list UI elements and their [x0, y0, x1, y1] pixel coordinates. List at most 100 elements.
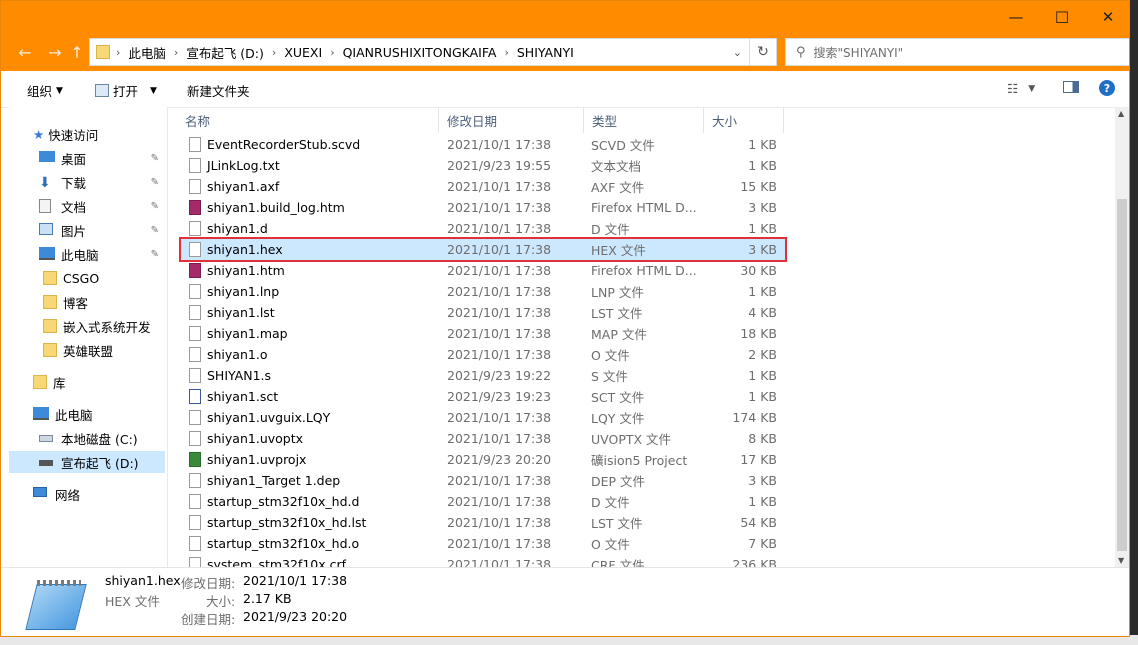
sidebar-item-this-pc-pinned[interactable]: 此电脑 ✎: [9, 243, 165, 265]
file-name: shiyan1.uvguix.LQY: [207, 410, 331, 425]
breadcrumb-xuexi[interactable]: XUEXI: [278, 45, 328, 60]
file-date: 2021/10/1 17:38: [447, 494, 552, 509]
file-type: UVOPTX 文件: [591, 432, 672, 447]
folder-icon: [96, 45, 110, 59]
table-row[interactable]: shiyan1.d 2021/10/1 17:38 D 文件 1 KB: [181, 218, 785, 239]
scroll-down-icon[interactable]: ▼: [1118, 556, 1124, 565]
sidebar-item-pictures[interactable]: 图片 ✎: [9, 219, 165, 241]
vertical-scrollbar[interactable]: ▲ ▼: [1115, 107, 1129, 567]
refresh-button[interactable]: ↻: [749, 39, 776, 65]
chevron-down-icon[interactable]: ⌄: [731, 46, 744, 59]
view-options-button[interactable]: ☷ ▼: [1007, 81, 1035, 96]
sidebar-item-quick-access[interactable]: ★ 快速访问: [33, 123, 165, 145]
sidebar-item-desktop[interactable]: 桌面 ✎: [9, 147, 165, 169]
table-row[interactable]: startup_stm32f10x_hd.d 2021/10/1 17:38 D 文…: [181, 491, 785, 512]
column-header-size[interactable]: 大小: [704, 107, 784, 133]
details-size-value: 2.17 KB: [243, 591, 292, 606]
pin-icon[interactable]: ✎: [151, 201, 159, 212]
table-row[interactable]: shiyan1.uvguix.LQY 2021/10/1 17:38 LQY 文件 1…: [181, 407, 785, 428]
table-row[interactable]: JLinkLog.txt 2021/9/23 19:55 文本文档 1 KB: [181, 155, 785, 176]
details-created-label: 创建日期:: [181, 612, 236, 627]
table-row[interactable]: shiyan1.htm 2021/10/1 17:38 Firefox HTML D…: [181, 260, 785, 281]
file-date: 2021/9/23 20:20: [447, 452, 552, 467]
sidebar-item-embedded-dev[interactable]: 嵌入式系统开发: [9, 315, 165, 337]
table-row[interactable]: shiyan1.axf 2021/10/1 17:38 AXF 文件 15 KB: [181, 176, 785, 197]
file-type: AXF 文件: [591, 180, 645, 195]
sidebar-item-blog[interactable]: 博客: [9, 291, 165, 313]
file-date: 2021/10/1 17:38: [447, 557, 552, 567]
sidebar-item-csgo[interactable]: CSGO: [9, 267, 165, 289]
table-row[interactable]: SHIYAN1.s 2021/9/23 19:22 S 文件 1 KB: [181, 365, 785, 386]
forward-arrow-icon[interactable]: →: [43, 41, 67, 63]
table-row[interactable]: shiyan1.sct 2021/9/23 19:23 SCT 文件 1 KB: [181, 386, 785, 407]
sidebar-item-drive-d[interactable]: 宣布起飞 (D:): [9, 451, 165, 473]
pin-icon[interactable]: ✎: [151, 153, 159, 164]
breadcrumb-shiyanyi[interactable]: SHIYANYI: [511, 45, 580, 60]
pin-icon[interactable]: ✎: [151, 177, 159, 188]
scrollbar-thumb[interactable]: [1117, 199, 1127, 551]
maximize-button[interactable]: ☐: [1039, 1, 1085, 33]
sidebar-item-downloads[interactable]: ⬇ 下载 ✎: [9, 171, 165, 193]
table-row[interactable]: shiyan1.map 2021/10/1 17:38 MAP 文件 18 KB: [181, 323, 785, 344]
breadcrumb-qianrushixitongkaifa[interactable]: QIANRUSHIXITONGKAIFA: [337, 45, 503, 60]
table-row[interactable]: shiyan1.o 2021/10/1 17:38 O 文件 2 KB: [181, 344, 785, 365]
file-type: 礦ision5 Project: [591, 453, 688, 468]
table-row[interactable]: system_stm32f10x.crf 2021/10/1 17:38 CRF 文…: [181, 554, 785, 567]
column-header-date[interactable]: 修改日期: [439, 107, 584, 133]
back-arrow-icon[interactable]: ←: [13, 41, 37, 63]
close-button[interactable]: ✕: [1085, 1, 1129, 33]
file-date: 2021/10/1 17:38: [447, 473, 552, 488]
pin-icon[interactable]: ✎: [151, 249, 159, 260]
new-folder-button[interactable]: 新建文件夹: [187, 81, 250, 100]
table-row[interactable]: shiyan1.build_log.htm 2021/10/1 17:38 Fire…: [181, 197, 785, 218]
help-button[interactable]: ?: [1099, 80, 1115, 96]
table-row[interactable]: shiyan1.uvprojx 2021/9/23 20:20 礦ision5 Pr…: [181, 449, 785, 470]
file-icon: [189, 305, 201, 320]
table-row[interactable]: shiyan1.lnp 2021/10/1 17:38 LNP 文件 1 KB: [181, 281, 785, 302]
details-pane: shiyan1.hex HEX 文件 修改日期: 2021/10/1 17:38…: [1, 567, 1129, 636]
minimize-button[interactable]: —: [993, 1, 1039, 33]
file-name: startup_stm32f10x_hd.lst: [207, 515, 367, 530]
sidebar-item-network[interactable]: 网络: [9, 483, 165, 505]
table-row-selected[interactable]: shiyan1.hex 2021/10/1 17:38 HEX 文件 3 KB: [179, 237, 787, 262]
up-arrow-icon[interactable]: ↑: [65, 41, 89, 63]
organize-button[interactable]: 组织 ▼: [27, 81, 63, 100]
search-box[interactable]: ⚲ 搜索"SHIYANYI": [785, 38, 1129, 66]
sidebar-item-label: 快速访问: [48, 127, 99, 143]
breadcrumb-drive-d[interactable]: 宣布起飞 (D:): [180, 43, 270, 62]
preview-pane-button[interactable]: [1063, 81, 1079, 93]
sidebar-item-drive-c[interactable]: 本地磁盘 (C:): [9, 427, 165, 449]
open-button[interactable]: 打开 ▼: [95, 81, 157, 100]
table-row[interactable]: EventRecorderStub.scvd 2021/10/1 17:38 SCV…: [181, 134, 785, 155]
table-row[interactable]: shiyan1.lst 2021/10/1 17:38 LST 文件 4 KB: [181, 302, 785, 323]
file-icon: [189, 137, 201, 152]
column-header-type[interactable]: 类型: [584, 107, 704, 133]
file-icon: [189, 200, 201, 215]
column-header-name[interactable]: 名称: [177, 107, 439, 133]
pin-icon[interactable]: ✎: [151, 225, 159, 236]
pane-divider[interactable]: [167, 107, 168, 567]
address-bar[interactable]: › 此电脑 › 宣布起飞 (D:) › XUEXI › QIANRUSHIXIT…: [89, 38, 777, 66]
table-row[interactable]: shiyan1_Target 1.dep 2021/10/1 17:38 DEP 文…: [181, 470, 785, 491]
table-row[interactable]: startup_stm32f10x_hd.lst 2021/10/1 17:38 L…: [181, 512, 785, 533]
scroll-up-icon[interactable]: ▲: [1118, 109, 1124, 118]
file-name: shiyan1.axf: [207, 179, 280, 194]
breadcrumb-this-pc[interactable]: 此电脑: [122, 43, 172, 62]
file-size: 7 KB: [748, 536, 777, 551]
table-row[interactable]: shiyan1.uvoptx 2021/10/1 17:38 UVOPTX 文件 8 …: [181, 428, 785, 449]
sidebar-item-library[interactable]: 库: [9, 371, 165, 393]
file-date: 2021/10/1 17:38: [447, 515, 552, 530]
table-row[interactable]: startup_stm32f10x_hd.o 2021/10/1 17:38 O 文…: [181, 533, 785, 554]
file-date: 2021/10/1 17:38: [447, 431, 552, 446]
sidebar-item-documents[interactable]: 文档 ✎: [9, 195, 165, 217]
sidebar-item-this-pc[interactable]: 此电脑: [9, 403, 165, 425]
file-size: 1 KB: [748, 494, 777, 509]
file-type: SCT 文件: [591, 390, 645, 405]
file-icon: [189, 263, 201, 278]
file-date: 2021/10/1 17:38: [447, 305, 552, 320]
sidebar-item-label: 此电脑: [61, 247, 99, 263]
search-input[interactable]: 搜索"SHIYANYI": [814, 44, 904, 61]
sidebar-item-lol[interactable]: 英雄联盟: [9, 339, 165, 361]
file-date: 2021/10/1 17:38: [447, 137, 552, 152]
download-icon: ⬇: [39, 175, 51, 191]
